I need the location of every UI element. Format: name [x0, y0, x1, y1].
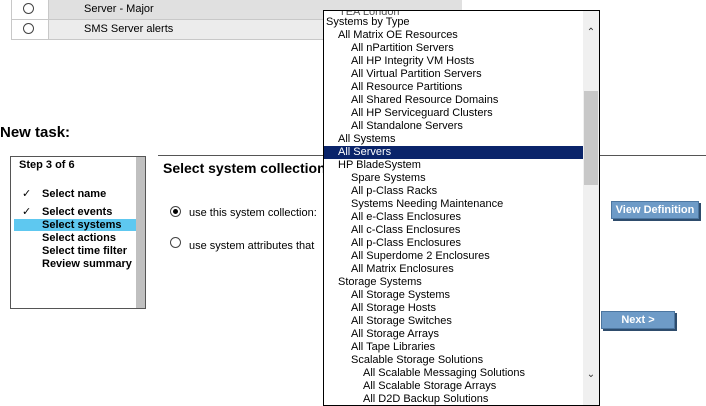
scrollbar-thumb[interactable]: [584, 91, 598, 185]
dropdown-item[interactable]: All Scalable Storage Arrays: [324, 380, 599, 393]
step-select-events[interactable]: Select events: [42, 206, 112, 218]
wizard-step-panel: Step 3 of 6 ✓ Select name ✓ Select event…: [10, 156, 146, 309]
use-collection-radio[interactable]: [170, 206, 181, 217]
step-select-name[interactable]: Select name: [42, 188, 106, 200]
check-icon: ✓: [22, 206, 32, 218]
radio-cell: [12, 0, 49, 19]
view-definition-button[interactable]: View Definition: [611, 201, 699, 219]
section-title: Select system collection: [163, 160, 326, 176]
dropdown-item[interactable]: HP BladeSystem: [324, 159, 596, 172]
dropdown-item[interactable]: All Servers: [324, 146, 596, 159]
use-attributes-radio[interactable]: [170, 237, 181, 248]
use-collection-label: use this system collection:: [189, 207, 317, 219]
step-panel-scrollbar[interactable]: [136, 157, 145, 308]
dropdown-item[interactable]: All Storage Hosts: [324, 302, 599, 315]
dropdown-item[interactable]: Scalable Storage Solutions: [324, 354, 599, 367]
dropdown-item[interactable]: All Systems: [324, 133, 596, 146]
row-label: SMS Server alerts: [84, 23, 174, 35]
dropdown-item[interactable]: All Matrix OE Resources: [324, 29, 596, 42]
next-button[interactable]: Next >: [601, 311, 675, 329]
step-counter: Step 3 of 6: [19, 159, 75, 171]
step-select-time-filter[interactable]: Select time filter: [42, 245, 127, 257]
dropdown-item[interactable]: All Superdome 2 Enclosures: [324, 250, 599, 263]
dropdown-item[interactable]: All p-Class Enclosures: [324, 237, 599, 250]
dropdown-item[interactable]: All HP Integrity VM Hosts: [324, 55, 599, 68]
dropdown-item[interactable]: Storage Systems: [324, 276, 596, 289]
radio-cell: [12, 20, 49, 39]
dropdown-item[interactable]: All Resource Partitions: [324, 81, 599, 94]
chevron-up-icon[interactable]: ⌃: [586, 27, 596, 38]
chevron-down-icon[interactable]: ⌄: [586, 369, 596, 380]
step-select-actions[interactable]: Select actions: [42, 232, 116, 244]
dropdown-item[interactable]: All Storage Arrays: [324, 328, 599, 341]
dropdown-item[interactable]: All e-Class Enclosures: [324, 211, 599, 224]
dropdown-item[interactable]: All Shared Resource Domains: [324, 94, 599, 107]
dropdown-item[interactable]: All Scalable Messaging Solutions: [324, 367, 599, 380]
dropdown-item[interactable]: All Tape Libraries: [324, 341, 599, 354]
step-review-summary[interactable]: Review summary: [42, 258, 132, 270]
dropdown-item[interactable]: All D2D Backup Solutions: [324, 393, 599, 405]
dropdown-item[interactable]: Systems Needing Maintenance: [324, 198, 599, 211]
dropdown-item[interactable]: All c-Class Enclosures: [324, 224, 599, 237]
dropdown-item[interactable]: All Standalone Servers: [324, 120, 599, 133]
dropdown-item[interactable]: Spare Systems: [324, 172, 599, 185]
check-icon: ✓: [22, 188, 32, 200]
dropdown-item[interactable]: All Virtual Partition Servers: [324, 68, 599, 81]
row-radio[interactable]: [23, 23, 34, 34]
row-radio[interactable]: [23, 3, 34, 14]
dropdown-item[interactable]: All Matrix Enclosures: [324, 263, 599, 276]
system-collection-dropdown-list[interactable]: TEA London Systems by Type All Matrix OE …: [323, 10, 600, 406]
step-select-systems[interactable]: Select systems: [14, 219, 138, 231]
dropdown-item[interactable]: All Storage Switches: [324, 315, 599, 328]
dropdown-item[interactable]: All HP Serviceguard Clusters: [324, 107, 599, 120]
use-attributes-label: use system attributes that: [189, 240, 315, 252]
dropdown-item[interactable]: All Storage Systems: [324, 289, 599, 302]
dropdown-item[interactable]: Systems by Type: [324, 16, 584, 29]
dropdown-item[interactable]: All p-Class Racks: [324, 185, 599, 198]
dropdown-item[interactable]: All nPartition Servers: [324, 42, 599, 55]
page-title: New task:: [0, 124, 71, 141]
dropdown-scrollbar[interactable]: ⌃ ⌄: [583, 11, 599, 405]
row-label: Server - Major: [84, 3, 154, 15]
